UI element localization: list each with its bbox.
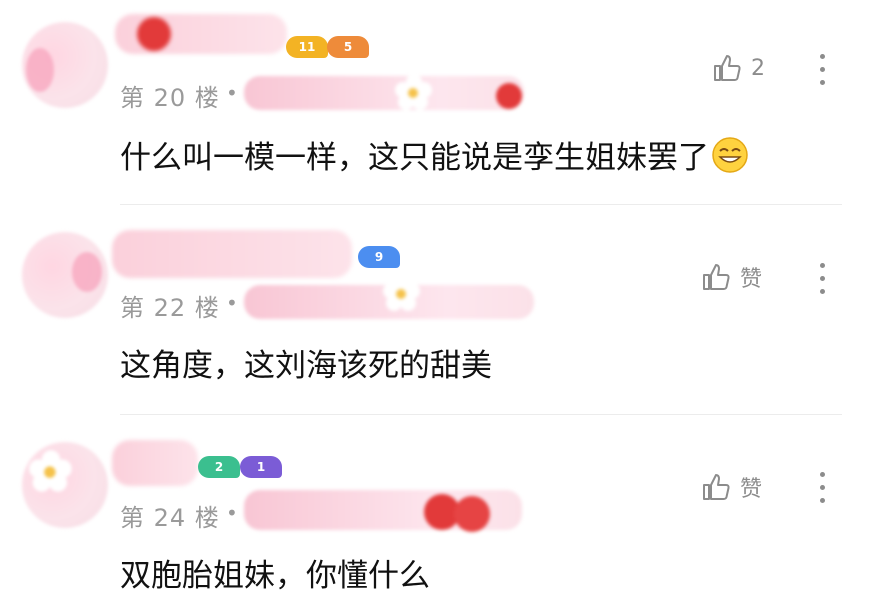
meta-redacted [244, 490, 522, 532]
meta-redacted [244, 275, 534, 319]
like-button[interactable]: 赞 [700, 471, 762, 503]
comment-text: 双胞胎姐妹，你懂什么 [120, 558, 430, 594]
flower-icon [29, 450, 72, 492]
comment-text: 这角度，这刘海该死的甜美 [120, 348, 492, 384]
level-badge: 11 [286, 36, 328, 58]
meta-redacted [244, 74, 524, 110]
divider [120, 204, 842, 205]
fan-badge: 1 [240, 456, 282, 478]
grinning-emoji-icon [712, 137, 748, 173]
divider [120, 414, 842, 415]
username-redacted[interactable] [115, 14, 287, 54]
apple-icon [424, 494, 490, 532]
fan-badge: 5 [327, 36, 369, 58]
thumbs-up-icon [714, 55, 741, 81]
comment-text: 什么叫一模一样，这只能说是孪生姐妹罢了 [120, 132, 749, 177]
username-redacted[interactable] [112, 230, 352, 278]
more-options-button[interactable] [820, 263, 826, 294]
flower-icon [395, 74, 432, 110]
floor-label: 第 24 楼 [120, 504, 220, 532]
floor-label: 第 20 楼 [120, 84, 220, 112]
flower-icon [383, 275, 420, 311]
like-button[interactable]: 2 [711, 52, 765, 84]
username-redacted[interactable] [112, 440, 198, 486]
more-options-button[interactable] [820, 54, 826, 85]
separator-dot: • [226, 501, 238, 525]
like-label: 赞 [740, 477, 763, 502]
level-badge: 2 [198, 456, 240, 478]
like-label: 赞 [740, 267, 763, 292]
separator-dot: • [226, 291, 238, 315]
floor-label: 第 22 楼 [120, 294, 220, 322]
separator-dot: • [226, 81, 238, 105]
like-count: 2 [751, 55, 765, 81]
thumbs-up-icon [703, 474, 730, 500]
thumbs-up-icon [703, 264, 730, 290]
avatar[interactable] [22, 232, 108, 318]
level-badge: 9 [358, 246, 400, 268]
like-button[interactable]: 赞 [700, 261, 762, 293]
avatar[interactable] [22, 22, 108, 108]
avatar[interactable] [22, 442, 108, 528]
more-options-button[interactable] [820, 472, 826, 503]
apple-icon [496, 83, 522, 109]
